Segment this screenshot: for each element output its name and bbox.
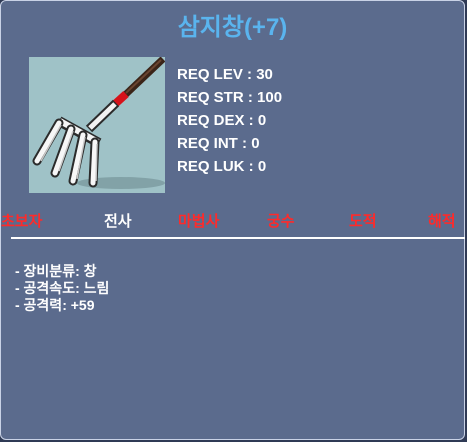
req-int: REQ INT : 0 [177, 135, 260, 152]
req-str: REQ STR : 100 [177, 89, 283, 106]
item-details: - 장비분류: 창 - 공격속도: 느림 - 공격력: +59 [15, 263, 109, 314]
detail-category: - 장비분류: 창 [15, 263, 97, 279]
job-warrior: 전사 [104, 213, 132, 230]
job-magician: 마법사 [178, 213, 220, 230]
item-name: 삼지창(+7) [177, 14, 288, 41]
divider [11, 237, 465, 239]
detail-attack-speed: - 공격속도: 느림 [15, 280, 110, 296]
item-tooltip: 삼지창(+7) REQ LEV: 30 REQ STR: 100 REQ D… [0, 0, 465, 440]
job-thief: 도적 [349, 213, 377, 230]
job-pirate: 해적 [428, 213, 456, 230]
requirements-list: REQ LEV : 30 REQ STR : 100 REQ DEX : 0 R… [177, 63, 282, 178]
item-image [29, 57, 165, 193]
trident-fork-icon [32, 57, 165, 189]
req-luk: REQ LUK : 0 [177, 158, 267, 175]
req-dex: REQ DEX : 0 [177, 112, 267, 129]
job-beginner: 초보자 [1, 213, 43, 230]
job-archer: 궁수 [267, 213, 295, 230]
req-level: REQ LEV : 30 [177, 66, 273, 83]
job-list: 초보자 전사 마법사 궁수 도적 해적 [1, 210, 467, 230]
detail-attack-power: - 공격력: +59 [15, 297, 95, 313]
